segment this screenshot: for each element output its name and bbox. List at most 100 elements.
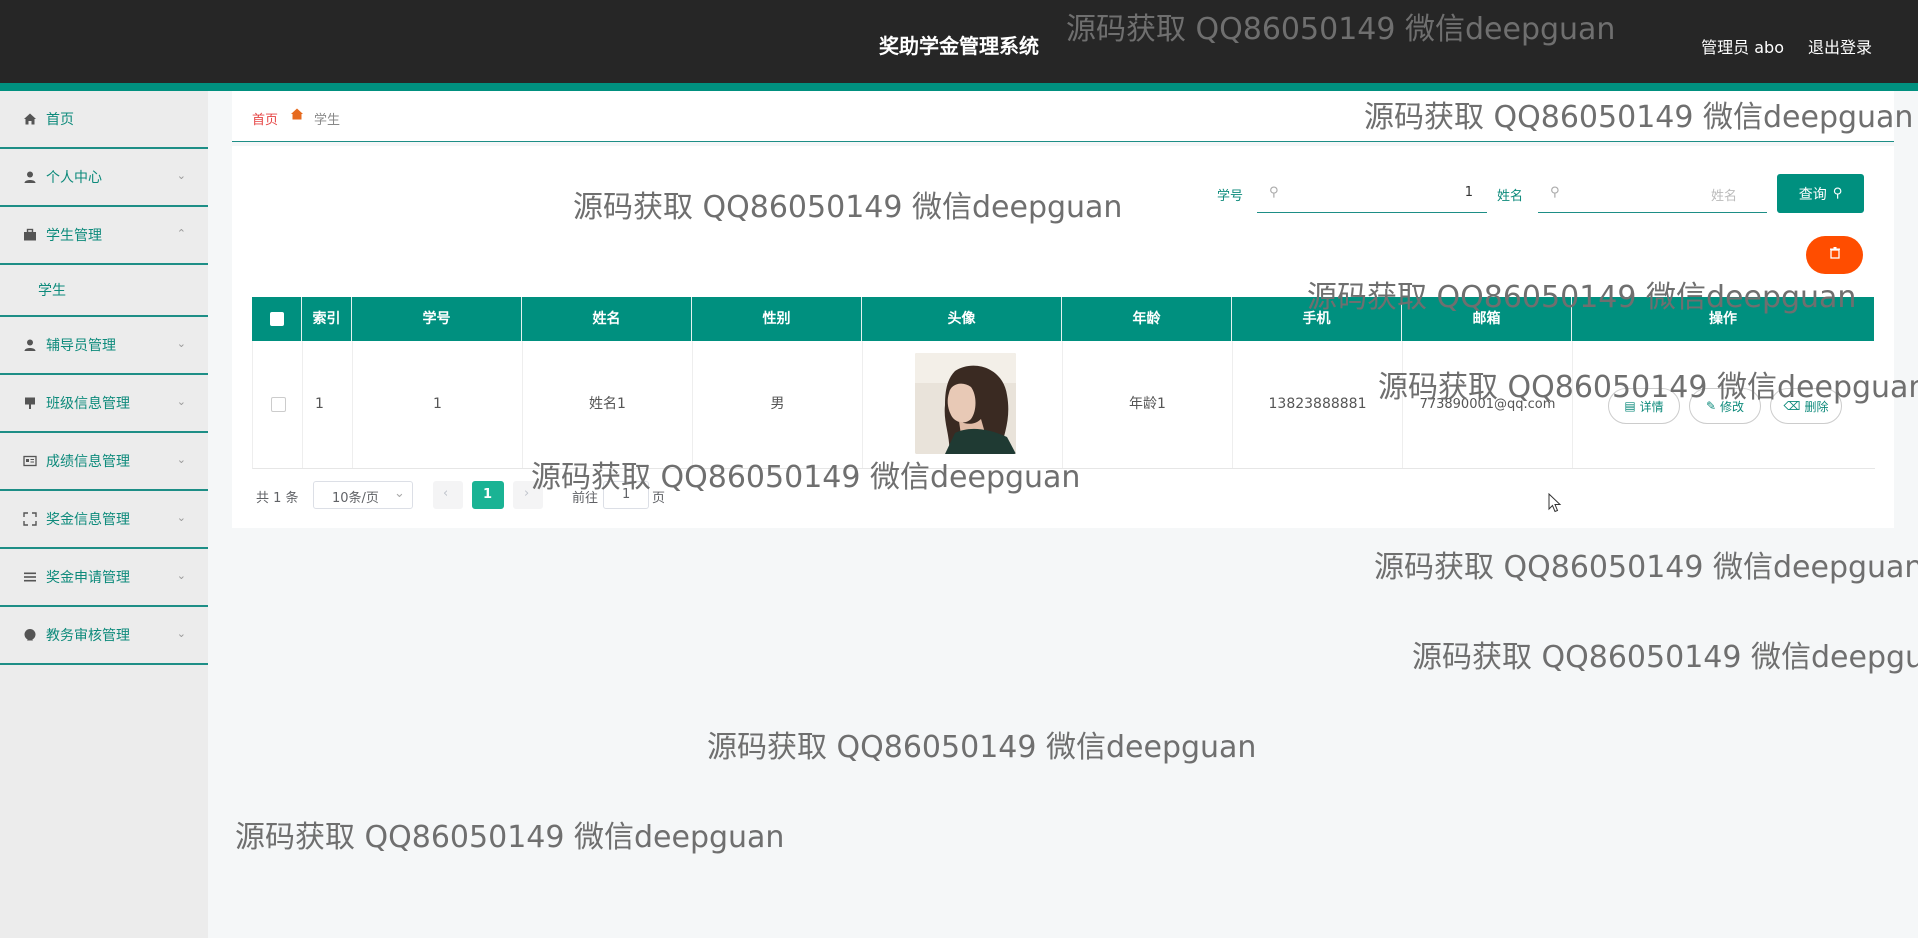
user-icon [22, 169, 38, 185]
edit-button-label: 修改 [1720, 399, 1745, 414]
name-input[interactable]: ⚲ 姓名 [1538, 174, 1767, 213]
sidebar-subitem-student[interactable]: 学生 [0, 265, 208, 317]
column-header: 年龄 [1062, 297, 1232, 341]
search-icon: ⚲ [1832, 186, 1843, 201]
cell-age: 年龄1 [1063, 341, 1233, 468]
next-page-button[interactable]: › [513, 481, 543, 509]
delete-button[interactable]: ⌫ 删除 [1770, 388, 1842, 424]
chevron-down-icon: ⌄ [176, 169, 186, 182]
detail-button-label: 详情 [1639, 399, 1664, 414]
query-button-label: 查询 [1798, 186, 1827, 203]
goto-page-input[interactable]: 1 [603, 481, 649, 509]
sidebar-item-bonus-info[interactable]: 奖金信息管理 ⌄ [0, 491, 208, 549]
table-header: 索引 学号 姓名 性别 头像 年龄 手机 邮箱 操作 [252, 297, 1874, 341]
cell-student-no: 1 [353, 341, 523, 468]
chevron-down-icon: ⌄ [176, 627, 186, 640]
user-icon [22, 337, 38, 353]
sidebar-item-personal-center[interactable]: 个人中心 ⌄ [0, 149, 208, 207]
column-header: 头像 [862, 297, 1062, 341]
goto-suffix: 页 [652, 491, 666, 506]
column-header: 学号 [352, 297, 522, 341]
select-all-cell [252, 297, 302, 341]
sidebar-item-bonus-application[interactable]: 奖金申请管理 ⌄ [0, 549, 208, 607]
list-icon [22, 569, 38, 585]
student-no-input-value: 1 [1464, 185, 1473, 200]
student-no-label: 学号 [1217, 189, 1244, 204]
breadcrumb: 首页 学生 [232, 91, 1894, 142]
sidebar: 首页 个人中心 ⌄ 学生管理 ⌃ 学生 辅导员管理 ⌄ 班级信息管理 ⌄ 成绩信… [0, 91, 208, 938]
cell-name: 姓名1 [523, 341, 693, 468]
row-select-cell [253, 341, 303, 468]
header-accent-stripe [0, 83, 1918, 91]
page-button-current[interactable]: 1 [472, 481, 504, 509]
chevron-right-icon: › [524, 486, 530, 501]
row-checkbox[interactable] [271, 397, 286, 412]
sidebar-item-label: 辅导员管理 [46, 338, 116, 354]
batch-delete-button[interactable] [1806, 236, 1863, 274]
trash-icon: ⌫ [1783, 399, 1801, 413]
avatar [915, 353, 1016, 454]
cell-index: 1 [303, 341, 353, 468]
document-icon: ▤ [1624, 399, 1636, 413]
sidebar-item-label: 班级信息管理 [46, 396, 130, 412]
delete-button-label: 删除 [1804, 399, 1829, 414]
breadcrumb-home-link[interactable]: 首页 [252, 109, 278, 128]
shield-icon [22, 627, 38, 643]
watermark: 源码获取 QQ86050149 微信deepguan [707, 730, 1257, 765]
sidebar-item-label: 教务审核管理 [46, 628, 130, 644]
detail-button[interactable]: ▤ 详情 [1608, 388, 1680, 424]
sidebar-item-label: 学生管理 [46, 228, 102, 244]
logout-button[interactable]: 退出登录 [1808, 34, 1872, 58]
mouse-cursor-icon [1548, 492, 1562, 517]
sidebar-item-label: 首页 [46, 112, 74, 128]
pagination-total: 共 1 条 [256, 491, 299, 506]
sidebar-item-academic-review[interactable]: 教务审核管理 ⌄ [0, 607, 208, 665]
card-icon [22, 395, 38, 411]
watermark: 源码获取 QQ86050149 微信deepguan [1374, 550, 1918, 585]
chevron-down-icon: ⌄ [176, 569, 186, 582]
top-header: 奖助学金管理系统 管理员 abo 退出登录 [0, 0, 1918, 83]
column-header: 邮箱 [1402, 297, 1572, 341]
goto-prefix: 前往 [572, 491, 599, 506]
chevron-left-icon: ‹ [443, 486, 449, 501]
chevron-up-icon: ⌃ [176, 227, 186, 240]
current-user-label: 管理员 abo [1701, 38, 1784, 57]
id-card-icon [22, 453, 38, 469]
fullscreen-icon [22, 511, 38, 527]
chevron-down-icon: ⌄ [176, 395, 186, 408]
sidebar-item-counselor-management[interactable]: 辅导员管理 ⌄ [0, 317, 208, 375]
home-icon [22, 111, 38, 127]
page-size-value: 10条/页 [332, 491, 379, 506]
column-header: 姓名 [522, 297, 692, 341]
sidebar-item-home[interactable]: 首页 [0, 91, 208, 149]
briefcase-icon [22, 227, 38, 243]
column-header: 手机 [1232, 297, 1402, 341]
prev-page-button[interactable]: ‹ [433, 481, 463, 509]
sidebar-item-label: 成绩信息管理 [46, 454, 130, 470]
app-title: 奖助学金管理系统 [879, 34, 1039, 58]
watermark: 源码获取 QQ86050149 微信deepguan [1412, 640, 1918, 675]
chevron-down-icon: ⌄ [394, 486, 405, 501]
chevron-down-icon: ⌄ [176, 511, 186, 524]
sidebar-item-label: 奖金信息管理 [46, 512, 130, 528]
breadcrumb-current: 学生 [314, 113, 341, 128]
sidebar-item-grade-info[interactable]: 成绩信息管理 ⌄ [0, 433, 208, 491]
trash-icon [1829, 247, 1841, 263]
search-icon: ⚲ [1269, 185, 1279, 200]
sidebar-item-class-info[interactable]: 班级信息管理 ⌄ [0, 375, 208, 433]
search-icon: ⚲ [1550, 185, 1560, 200]
goto-page-value: 1 [622, 487, 631, 502]
select-all-checkbox[interactable] [270, 312, 284, 326]
sidebar-item-label: 学生 [38, 283, 66, 299]
edit-button[interactable]: ✎ 修改 [1689, 388, 1761, 424]
student-no-input[interactable]: ⚲ 1 [1257, 174, 1487, 213]
home-icon [290, 107, 304, 125]
page-number: 1 [483, 487, 493, 502]
name-input-placeholder: 姓名 [1710, 189, 1737, 204]
chevron-down-icon: ⌄ [176, 453, 186, 466]
page-size-select[interactable]: 10条/页 ⌄ [313, 481, 413, 509]
sidebar-item-student-management[interactable]: 学生管理 ⌃ [0, 207, 208, 265]
cell-gender: 男 [693, 341, 863, 468]
query-button[interactable]: 查询 ⚲ [1777, 174, 1864, 213]
table-row: 1 1 姓名1 男 年龄1 13823888881 773890001@qq.c… [252, 341, 1875, 469]
